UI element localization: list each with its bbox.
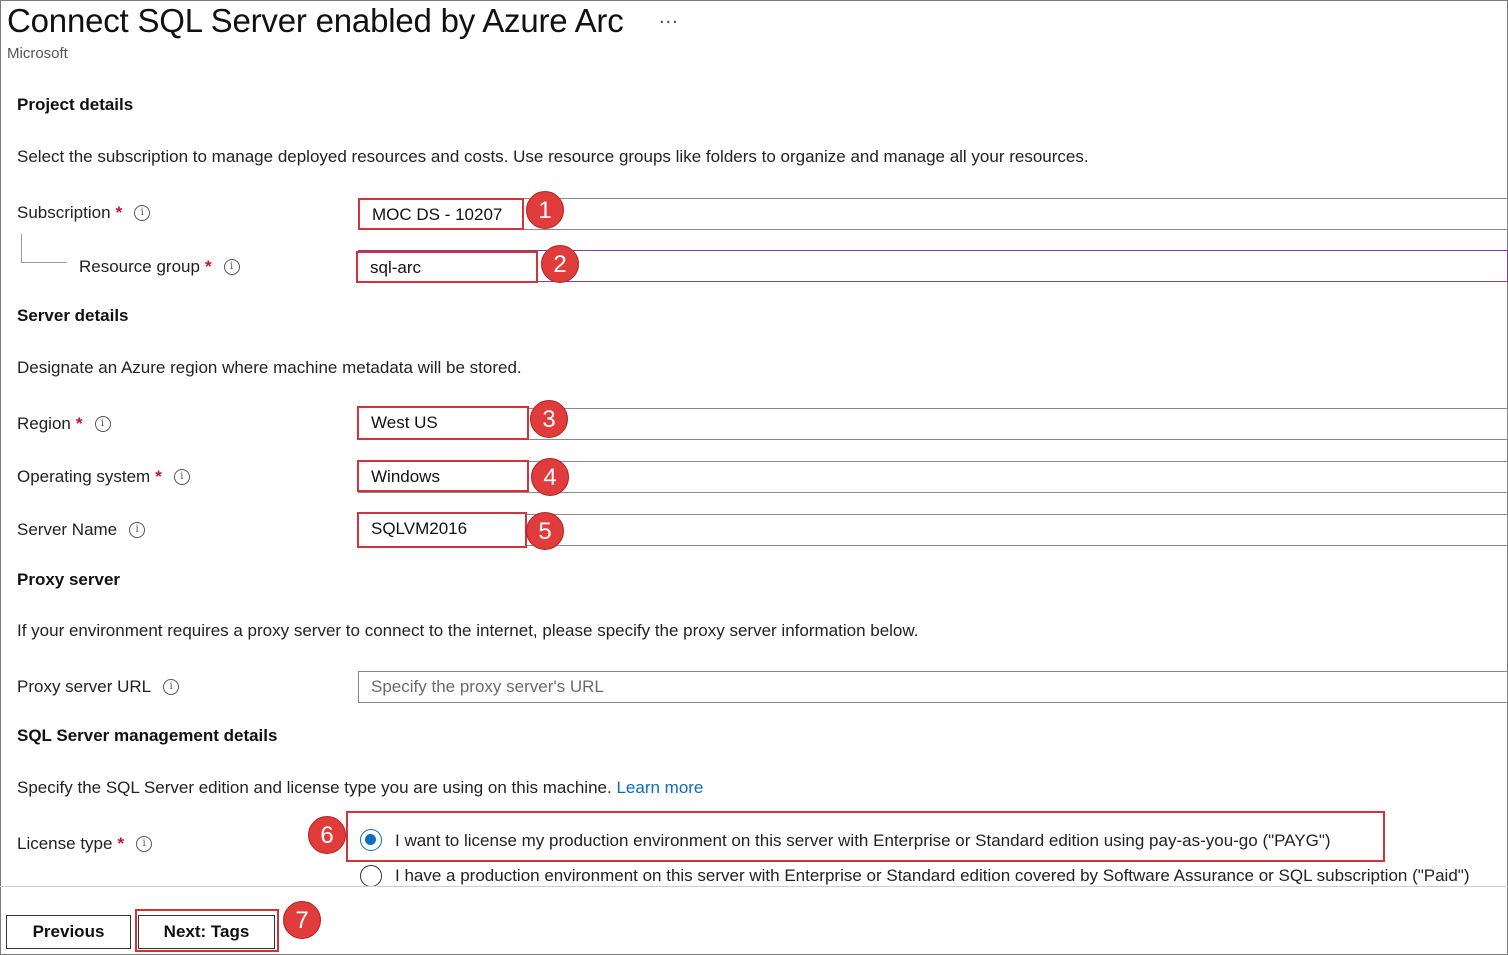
subscription-value[interactable]: MOC DS - 10207: [358, 198, 524, 230]
required-marker: *: [75, 414, 83, 433]
footer-divider: [0, 886, 1508, 887]
proxy-url-input[interactable]: Specify the proxy server's URL: [358, 671, 1508, 703]
resource-group-label: Resource group * i: [79, 257, 240, 277]
more-options-icon[interactable]: ...: [659, 6, 679, 29]
required-marker: *: [115, 203, 123, 222]
info-icon[interactable]: i: [163, 679, 180, 695]
annotation-badge-6: 6: [308, 816, 346, 854]
project-details-description: Select the subscription to manage deploy…: [17, 147, 1089, 166]
server-details-description: Designate an Azure region where machine …: [17, 358, 522, 377]
region-label-text: Region: [17, 414, 71, 433]
tree-connector: [21, 234, 22, 262]
publisher-label: Microsoft: [7, 45, 68, 62]
annotation-badge-5: 5: [526, 512, 564, 550]
info-icon[interactable]: i: [129, 522, 146, 538]
proxy-server-description: If your environment requires a proxy ser…: [17, 621, 919, 640]
server-name-label: Server Name i: [17, 520, 146, 540]
proxy-url-label: Proxy server URL i: [17, 677, 180, 697]
annotation-badge-7: 7: [283, 901, 321, 939]
server-name-value[interactable]: SQLVM2016: [357, 512, 527, 548]
sql-management-description: Specify the SQL Server edition and licen…: [17, 778, 703, 798]
license-paid-radio[interactable]: [360, 865, 382, 887]
tree-connector-branch: [21, 262, 67, 263]
sql-management-description-text: Specify the SQL Server edition and licen…: [17, 778, 612, 797]
sql-management-heading: SQL Server management details: [17, 726, 278, 745]
server-details-heading: Server details: [17, 306, 129, 325]
info-icon[interactable]: i: [134, 205, 151, 221]
info-icon[interactable]: i: [94, 416, 111, 432]
required-marker: *: [204, 257, 212, 276]
annotation-badge-3: 3: [530, 400, 568, 438]
subscription-label: Subscription * i: [17, 203, 151, 223]
annotation-badge-1: 1: [526, 191, 564, 229]
annotation-badge-4: 4: [531, 458, 569, 496]
proxy-server-heading: Proxy server: [17, 570, 121, 589]
next-tags-button[interactable]: Next: Tags: [138, 915, 275, 949]
required-marker: *: [155, 467, 162, 486]
page-title: Connect SQL Server enabled by Azure Arc: [7, 2, 624, 39]
resource-group-label-text: Resource group: [79, 257, 200, 276]
license-type-label-text: License type: [17, 834, 113, 853]
license-payg-label[interactable]: I want to license my production environm…: [395, 831, 1331, 851]
annotation-badge-2: 2: [541, 245, 579, 283]
operating-system-label-text: Operating system: [17, 467, 151, 486]
license-paid-label[interactable]: I have a production environment on this …: [395, 866, 1470, 886]
license-type-label: License type * i: [17, 834, 153, 854]
region-label: Region * i: [17, 414, 111, 434]
resource-group-value[interactable]: sql-arc: [356, 251, 538, 283]
operating-system-value[interactable]: Windows: [357, 460, 529, 492]
project-details-heading: Project details: [17, 95, 134, 114]
license-payg-radio[interactable]: [360, 829, 382, 851]
server-name-label-text: Server Name: [17, 520, 118, 539]
region-value[interactable]: West US: [357, 406, 529, 440]
previous-button[interactable]: Previous: [6, 915, 131, 949]
required-marker: *: [117, 834, 125, 853]
subscription-label-text: Subscription: [17, 203, 111, 222]
info-icon[interactable]: i: [136, 836, 153, 852]
learn-more-link[interactable]: Learn more: [616, 778, 703, 797]
info-icon[interactable]: i: [173, 469, 190, 485]
proxy-url-label-text: Proxy server URL: [17, 677, 152, 696]
operating-system-label: Operating system * i: [17, 467, 190, 487]
info-icon[interactable]: i: [223, 259, 240, 275]
